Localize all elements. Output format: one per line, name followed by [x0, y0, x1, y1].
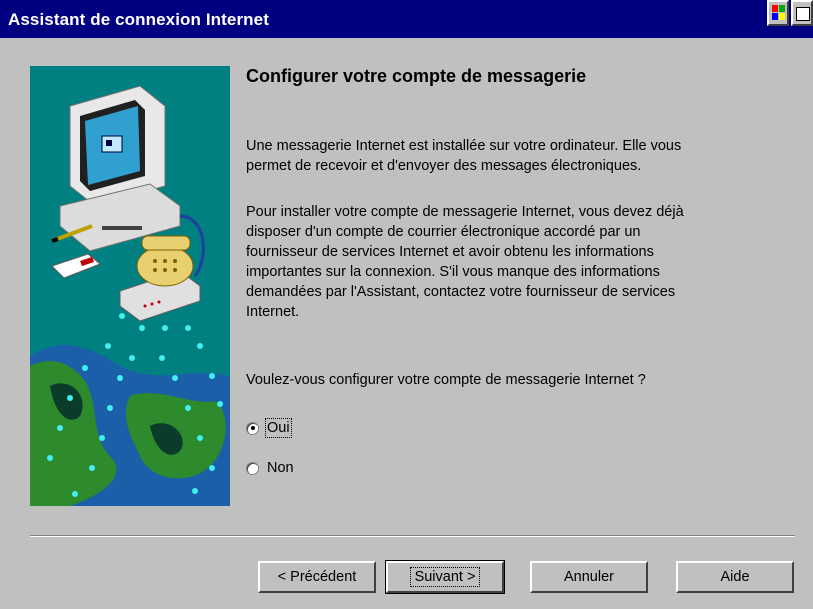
- radio-selected-icon[interactable]: [246, 421, 259, 435]
- window-title: Assistant de connexion Internet: [8, 10, 269, 29]
- separator: [30, 535, 795, 537]
- cancel-button[interactable]: Annuler: [530, 561, 648, 593]
- windows-flag-icon[interactable]: [767, 0, 789, 26]
- instructions-paragraph: Pour installer votre compte de messageri…: [246, 204, 684, 320]
- next-button-label: Suivant >: [409, 567, 481, 587]
- radio-non[interactable]: Non: [246, 458, 294, 478]
- help-button[interactable]: Aide: [676, 561, 794, 593]
- keyboard-layout-icon[interactable]: [791, 0, 813, 26]
- intro-paragraph: Une messagerie Internet est installée su…: [246, 138, 682, 174]
- radio-oui-label: Oui: [265, 418, 292, 438]
- computer-phone-illustration: [30, 66, 230, 506]
- next-button[interactable]: Suivant >: [385, 560, 505, 594]
- previous-button[interactable]: < Précédent: [258, 561, 376, 593]
- question-text: Voulez-vous configurer votre compte de m…: [246, 372, 646, 388]
- radio-unselected-icon[interactable]: [246, 461, 259, 475]
- title-bar: Assistant de connexion Internet: [0, 0, 813, 38]
- radio-oui[interactable]: Oui: [246, 418, 292, 438]
- radio-non-label: Non: [267, 460, 294, 476]
- page-title: Configurer votre compte de messagerie: [246, 66, 587, 86]
